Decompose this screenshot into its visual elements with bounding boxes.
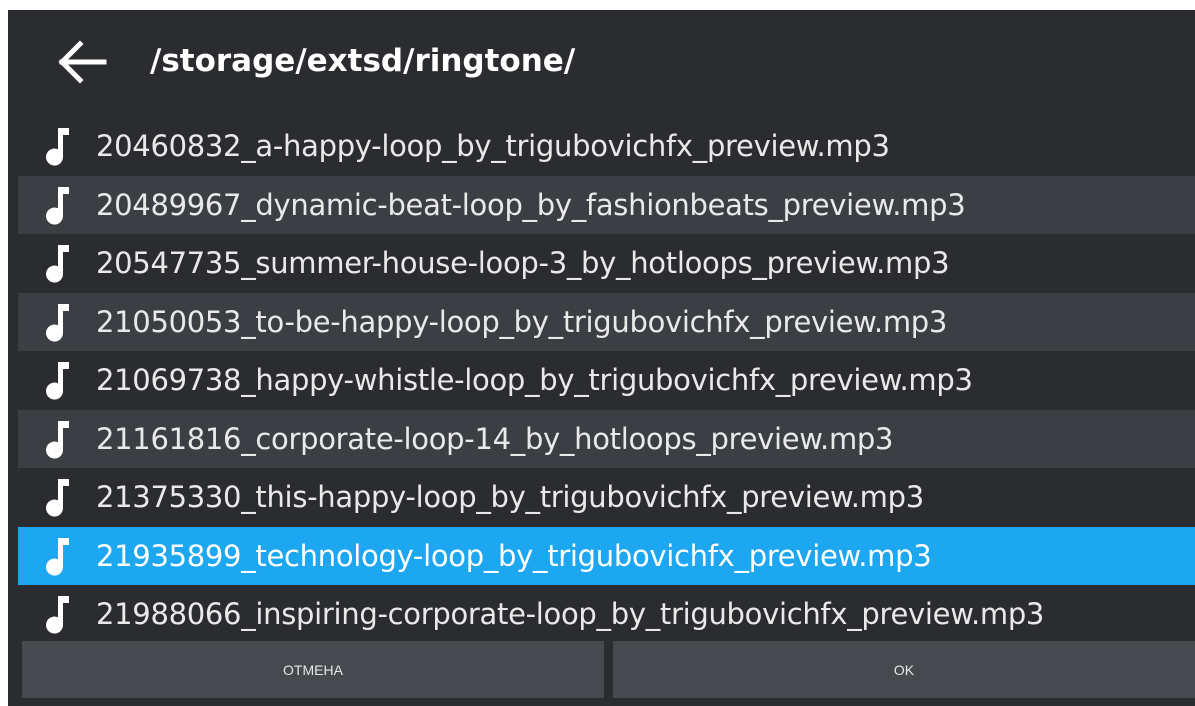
- file-list[interactable]: 20460832_a-happy-loop_by_trigubovichfx_p…: [18, 117, 1195, 641]
- button-bar: ОТМЕНА OK: [22, 641, 1195, 698]
- file-list-item[interactable]: 21988066_inspiring-corporate-loop_by_tri…: [18, 585, 1195, 641]
- file-name: 21375330_this-happy-loop_by_trigubovichf…: [96, 480, 924, 515]
- file-list-item[interactable]: 21069738_happy-whistle-loop_by_trigubovi…: [18, 351, 1195, 410]
- music-note-icon: [18, 176, 96, 235]
- file-list-item[interactable]: 21050053_to-be-happy-loop_by_trigubovich…: [18, 292, 1195, 352]
- file-name: 21161816_corporate-loop-14_by_hotloops_p…: [96, 421, 894, 456]
- music-note-icon: [18, 585, 96, 641]
- file-list-item[interactable]: 20460832_a-happy-loop_by_trigubovichfx_p…: [18, 117, 1195, 176]
- file-name: 21988066_inspiring-corporate-loop_by_tri…: [96, 597, 1045, 632]
- music-note-icon: [18, 293, 96, 352]
- music-note-icon: [18, 527, 96, 586]
- file-name: 20489967_dynamic-beat-loop_by_fashionbea…: [96, 187, 966, 222]
- arrow-left-icon: [58, 40, 107, 84]
- back-button[interactable]: [50, 34, 114, 90]
- music-note-icon: [18, 234, 96, 293]
- music-note-icon: [18, 468, 96, 527]
- file-name: 21069738_happy-whistle-loop_by_trigubovi…: [96, 363, 973, 398]
- current-path: /storage/extsd/ringtone/: [150, 43, 576, 79]
- file-list-item[interactable]: 21935899_technology-loop_by_trigubovichf…: [18, 526, 1195, 586]
- file-name: 20460832_a-happy-loop_by_trigubovichfx_p…: [96, 129, 890, 164]
- ok-button[interactable]: OK: [613, 641, 1195, 698]
- music-note-icon: [18, 410, 96, 469]
- file-list-item[interactable]: 21161816_corporate-loop-14_by_hotloops_p…: [18, 409, 1195, 469]
- music-note-icon: [18, 117, 96, 176]
- file-name: 21050053_to-be-happy-loop_by_trigubovich…: [96, 304, 948, 339]
- file-list-item[interactable]: 20547735_summer-house-loop-3_by_hotloops…: [18, 234, 1195, 293]
- file-picker-dialog: /storage/extsd/ringtone/ 20460832_a-happ…: [8, 10, 1195, 706]
- music-note-icon: [18, 351, 96, 410]
- file-name: 21935899_technology-loop_by_trigubovichf…: [96, 538, 932, 573]
- cancel-button[interactable]: ОТМЕНА: [22, 641, 604, 698]
- file-name: 20547735_summer-house-loop-3_by_hotloops…: [96, 246, 950, 281]
- dialog-header: /storage/extsd/ringtone/: [8, 10, 1195, 114]
- file-list-item[interactable]: 21375330_this-happy-loop_by_trigubovichf…: [18, 468, 1195, 527]
- file-list-item[interactable]: 20489967_dynamic-beat-loop_by_fashionbea…: [18, 175, 1195, 235]
